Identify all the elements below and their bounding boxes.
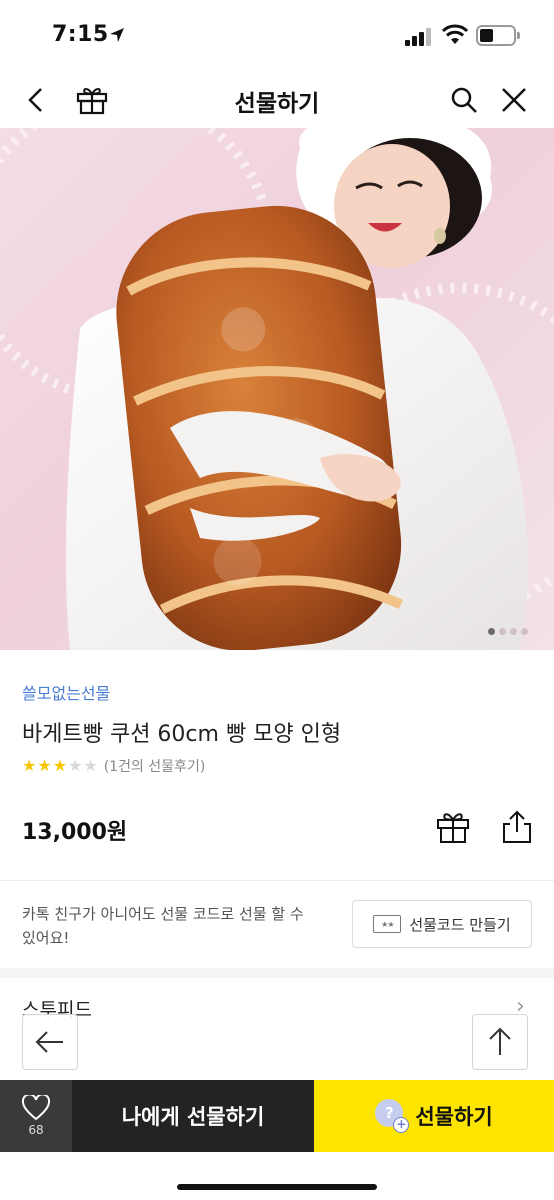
gift-code-button[interactable]: ★★ 선물코드 만들기 — [352, 900, 532, 948]
location-arrow-icon — [110, 28, 124, 42]
section-divider — [0, 968, 554, 978]
carousel-dot[interactable] — [488, 628, 495, 635]
bottom-action-bar: 68 나에게 선물하기 ? + 선물하기 — [0, 1080, 554, 1152]
app-header: 선물하기 — [0, 72, 554, 128]
star-empty-icon: ★ — [83, 756, 98, 775]
star-icon: ★ — [52, 756, 68, 775]
product-image-carousel[interactable] — [0, 128, 554, 650]
wish-count: 68 — [28, 1123, 44, 1137]
arrow-up-icon[interactable] — [472, 1014, 528, 1070]
product-name: 바게트빵 쿠션 60cm 빵 모양 인형 — [22, 722, 342, 747]
carousel-dot[interactable] — [499, 628, 506, 635]
status-bar: 7:15 — [0, 0, 554, 72]
carousel-dot[interactable] — [510, 628, 517, 635]
gift-code-notice: 카톡 친구가 아니어도 선물 코드로 선물 할 수 있어요! — [22, 905, 304, 947]
self-gift-button[interactable]: 나에게 선물하기 — [72, 1080, 314, 1152]
rating[interactable]: ★ ★ ★ ★ ★ (1건의 선물후기) — [22, 756, 205, 776]
price: 13,000원 — [22, 820, 128, 845]
share-icon[interactable] — [498, 808, 536, 846]
brand-link[interactable]: 쓸모없는선물 — [22, 680, 110, 704]
star-rating: ★ ★ ★ ★ ★ — [22, 757, 98, 775]
product-photo — [0, 128, 554, 650]
gift-icon[interactable] — [434, 808, 472, 846]
home-indicator[interactable] — [177, 1184, 377, 1190]
star-empty-icon: ★ — [68, 756, 83, 775]
ticket-icon: ★★ — [373, 915, 402, 933]
wish-button[interactable]: 68 — [0, 1080, 72, 1152]
arrow-left-icon[interactable] — [22, 1014, 78, 1070]
search-icon[interactable] — [444, 80, 484, 120]
review-count[interactable]: (1건의 선물후기) — [104, 756, 206, 776]
battery-icon — [476, 25, 520, 46]
gift-button-label: 선물하기 — [415, 1105, 493, 1129]
wifi-icon — [442, 24, 468, 44]
friend-plus-icon: ? + — [375, 1099, 410, 1133]
divider — [0, 880, 554, 881]
star-icon: ★ — [22, 756, 37, 775]
carousel-dots — [488, 628, 528, 635]
carousel-dot[interactable] — [521, 628, 528, 635]
close-icon[interactable] — [494, 80, 534, 120]
home-area — [0, 1152, 554, 1200]
signal-icon — [405, 28, 433, 46]
status-time: 7:15 — [52, 22, 109, 47]
gift-code-button-label: 선물코드 만들기 — [409, 915, 511, 934]
heart-icon — [22, 1095, 50, 1121]
gift-button[interactable]: ? + 선물하기 — [314, 1080, 554, 1152]
star-icon: ★ — [37, 756, 52, 775]
